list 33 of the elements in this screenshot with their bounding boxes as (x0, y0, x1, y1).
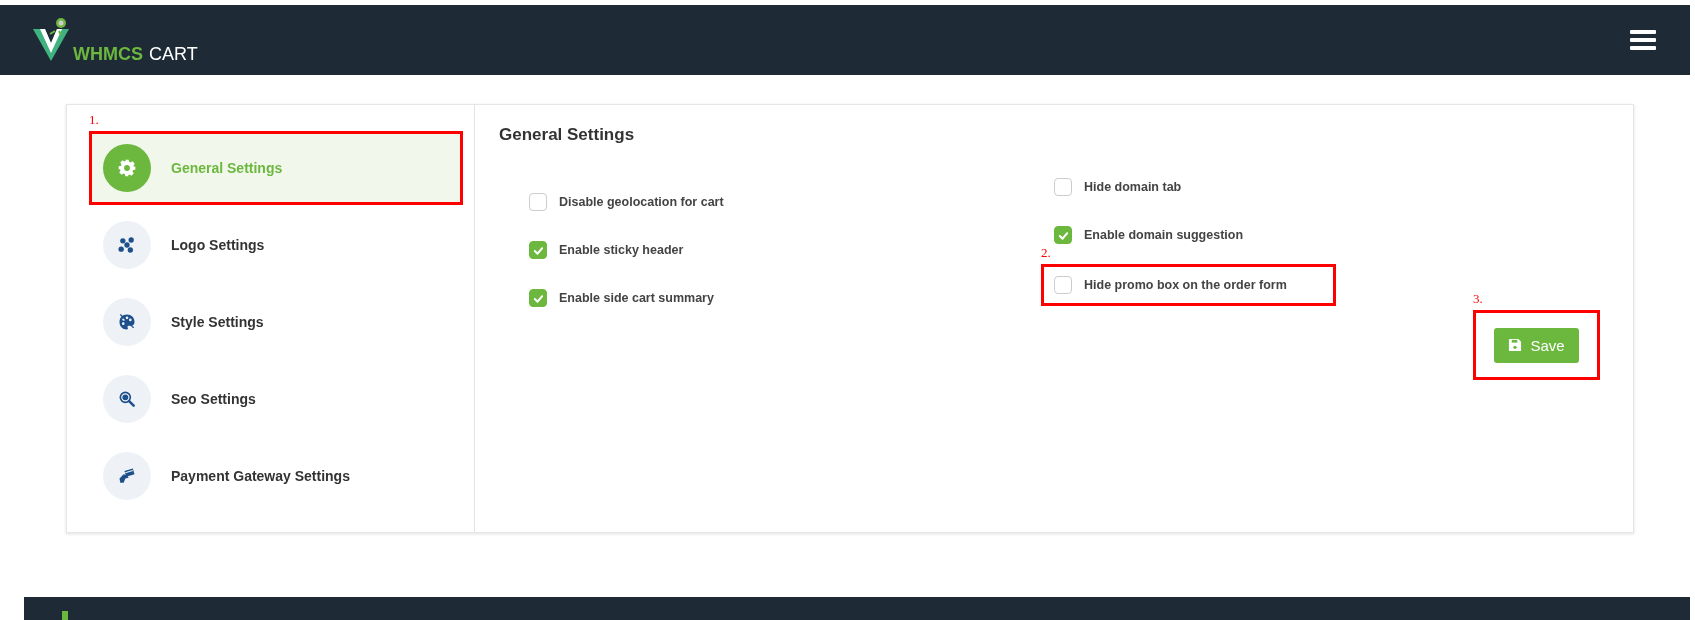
sidebar-item[interactable]: Logo Settings (89, 208, 463, 282)
sidebar-item[interactable]: Payment Gateway Settings (89, 439, 463, 513)
checkbox[interactable] (529, 193, 547, 211)
checkbox[interactable] (1054, 226, 1072, 244)
annotation-label: 3. (1473, 291, 1483, 307)
check-icon (532, 292, 544, 304)
annotation-label: 2. (1041, 245, 1051, 261)
footer-logo-icon (62, 611, 68, 620)
gear-icon (117, 158, 137, 178)
option-label: Enable side cart summary (559, 291, 714, 305)
logo-brand-text: WHMCS (73, 45, 143, 63)
logo-icon (33, 17, 71, 63)
check-icon (532, 244, 544, 256)
menu-icon[interactable] (1630, 30, 1656, 50)
palette-icon (117, 312, 137, 332)
sidebar-item[interactable]: Seo Settings (89, 362, 463, 436)
sidebar-item[interactable]: Style Settings (89, 285, 463, 359)
checkbox[interactable] (1054, 178, 1072, 196)
option-label: Enable sticky header (559, 243, 684, 257)
option-label: Disable geolocation for cart (559, 195, 724, 209)
molecule-icon (117, 235, 137, 255)
panel-title: General Settings (499, 125, 636, 145)
option-label: Enable domain suggestion (1084, 228, 1244, 242)
checkbox[interactable] (529, 289, 547, 307)
option-label: Hide domain tab (1084, 180, 1182, 194)
check-icon (1057, 229, 1069, 241)
annotation-label: 1. (89, 112, 99, 128)
checkbox[interactable] (1054, 276, 1072, 294)
option-label: Hide promo box on the order form (1084, 278, 1287, 292)
magnifier-icon (117, 389, 137, 409)
hand-card-icon (117, 466, 137, 486)
checkbox[interactable] (529, 241, 547, 259)
logo-product-text: CART (149, 45, 198, 63)
